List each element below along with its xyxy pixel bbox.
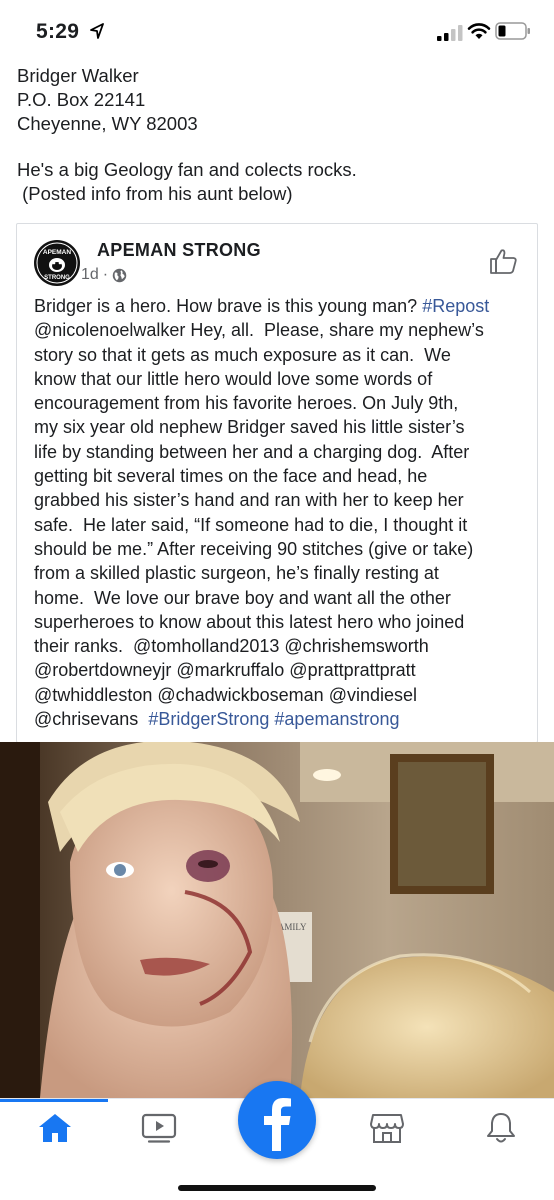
post-photo-image: FAMILY — [0, 742, 554, 1098]
avatar-text-bottom: STRONG — [44, 275, 70, 281]
wifi-icon — [467, 23, 491, 39]
post-text: grabbed his sister’s hand and ran with h… — [34, 490, 464, 511]
facebook-logo-button[interactable] — [238, 1081, 316, 1159]
caption-line: Bridger Walker — [17, 65, 139, 86]
post-body-line: my six year old nephew Bridger saved his… — [34, 415, 534, 439]
like-icon[interactable] — [489, 247, 519, 275]
post-text: should be me.” After receiving 90 stitch… — [34, 538, 474, 559]
post-text: my six year old nephew Bridger saved his… — [34, 417, 465, 438]
watch-icon[interactable] — [140, 1111, 178, 1145]
facebook-logo-icon — [264, 1098, 291, 1151]
post-body-line: know that our little hero would love som… — [34, 367, 534, 391]
post-text: Bridger is a hero. How brave is this you… — [34, 296, 423, 316]
battery-icon — [495, 22, 530, 40]
hashtag-link[interactable]: #apemanstrong — [274, 709, 399, 729]
post-text: their ranks. @tomholland2013 @chrishemsw… — [34, 636, 429, 657]
shared-post-card[interactable]: APEMAN STRONG APEMAN STRONG 1d · Bridger… — [16, 223, 538, 743]
post-body-line: @chrisevans #BridgerStrong #apemanstrong — [34, 707, 534, 731]
post-body-line: should be me.” After receiving 90 stitch… — [34, 537, 534, 561]
bottom-tab-bar — [0, 1081, 554, 1200]
notifications-bell-icon[interactable] — [482, 1111, 520, 1145]
status-bar: 5:29 — [0, 0, 554, 56]
home-icon[interactable] — [36, 1111, 74, 1145]
post-body-line: Bridger is a hero. How brave is this you… — [34, 294, 534, 318]
post-body-line: from a skilled plastic surgeon, he’s fin… — [34, 561, 534, 585]
post-text: story so that it gets as much exposure a… — [34, 344, 451, 365]
post-text: superheroes to know about this latest he… — [34, 611, 465, 632]
avatar-text-top: APEMAN — [43, 249, 71, 256]
post-text: know that our little hero would love som… — [34, 368, 433, 389]
post-text: getting bit several times on the face an… — [34, 466, 428, 487]
page-name[interactable]: APEMAN STRONG — [97, 240, 261, 261]
post-body-text: Bridger is a hero. How brave is this you… — [34, 294, 534, 731]
post-body-line: home. We love our brave boy and want all… — [34, 586, 534, 610]
meta-separator: · — [102, 266, 109, 283]
post-body-line: life by standing between her and a charg… — [34, 440, 534, 464]
post-body-line: @robertdowneyjr @markruffalo @prattpratt… — [34, 658, 534, 682]
cellular-signal-icon — [437, 25, 463, 41]
post-body-line: grabbed his sister’s hand and ran with h… — [34, 488, 534, 512]
post-photo[interactable]: FAMILY — [0, 742, 554, 1098]
post-text: encouragement from his favorite heroes. … — [34, 393, 459, 414]
marketplace-icon[interactable] — [368, 1111, 406, 1145]
post-body-line: their ranks. @tomholland2013 @chrishemsw… — [34, 634, 534, 658]
hashtag-link[interactable]: #BridgerStrong — [148, 709, 269, 729]
post-text: @twhiddleston @chadwickboseman @vindiese… — [34, 684, 418, 705]
post-body-line: superheroes to know about this latest he… — [34, 610, 534, 634]
active-tab-indicator — [0, 1099, 108, 1102]
post-body-line: @nicolenoelwalker Hey, all. Please, shar… — [34, 318, 534, 342]
location-arrow-icon — [90, 23, 104, 39]
caption-text: Bridger Walker P.O. Box 22141 Cheyenne, … — [17, 64, 357, 206]
page-avatar[interactable]: APEMAN STRONG — [33, 239, 81, 287]
post-text: @nicolenoelwalker Hey, all. Please, shar… — [34, 320, 484, 341]
post-text: life by standing between her and a charg… — [34, 441, 470, 462]
post-body-line: story so that it gets as much exposure a… — [34, 343, 534, 367]
globe-icon — [112, 268, 127, 282]
post-body-line: @twhiddleston @chadwickboseman @vindiese… — [34, 683, 534, 707]
caption-line: P.O. Box 22141 — [17, 89, 146, 110]
caption-line: He's a big Geology fan and colects rocks… — [17, 159, 357, 180]
post-text: @chrisevans — [34, 709, 149, 730]
home-indicator — [178, 1185, 376, 1191]
post-time[interactable]: 1d — [81, 266, 99, 284]
status-time: 5:29 — [36, 20, 80, 43]
post-body-line: encouragement from his favorite heroes. … — [34, 391, 534, 415]
post-body-line: getting bit several times on the face an… — [34, 464, 534, 488]
post-body-line: safe. He later said, “If someone had to … — [34, 513, 534, 537]
post-text: from a skilled plastic surgeon, he’s fin… — [34, 563, 439, 584]
caption-line: (Posted info from his aunt below) — [17, 183, 293, 204]
caption-line: Cheyenne, WY 82003 — [17, 113, 198, 134]
post-meta: 1d · — [81, 266, 127, 284]
hashtag-link[interactable]: #Repost — [422, 296, 489, 316]
post-text: safe. He later said, “If someone had to … — [34, 514, 468, 535]
post-text: home. We love our brave boy and want all… — [34, 587, 451, 608]
post-text: @robertdowneyjr @markruffalo @prattpratt… — [34, 660, 416, 681]
